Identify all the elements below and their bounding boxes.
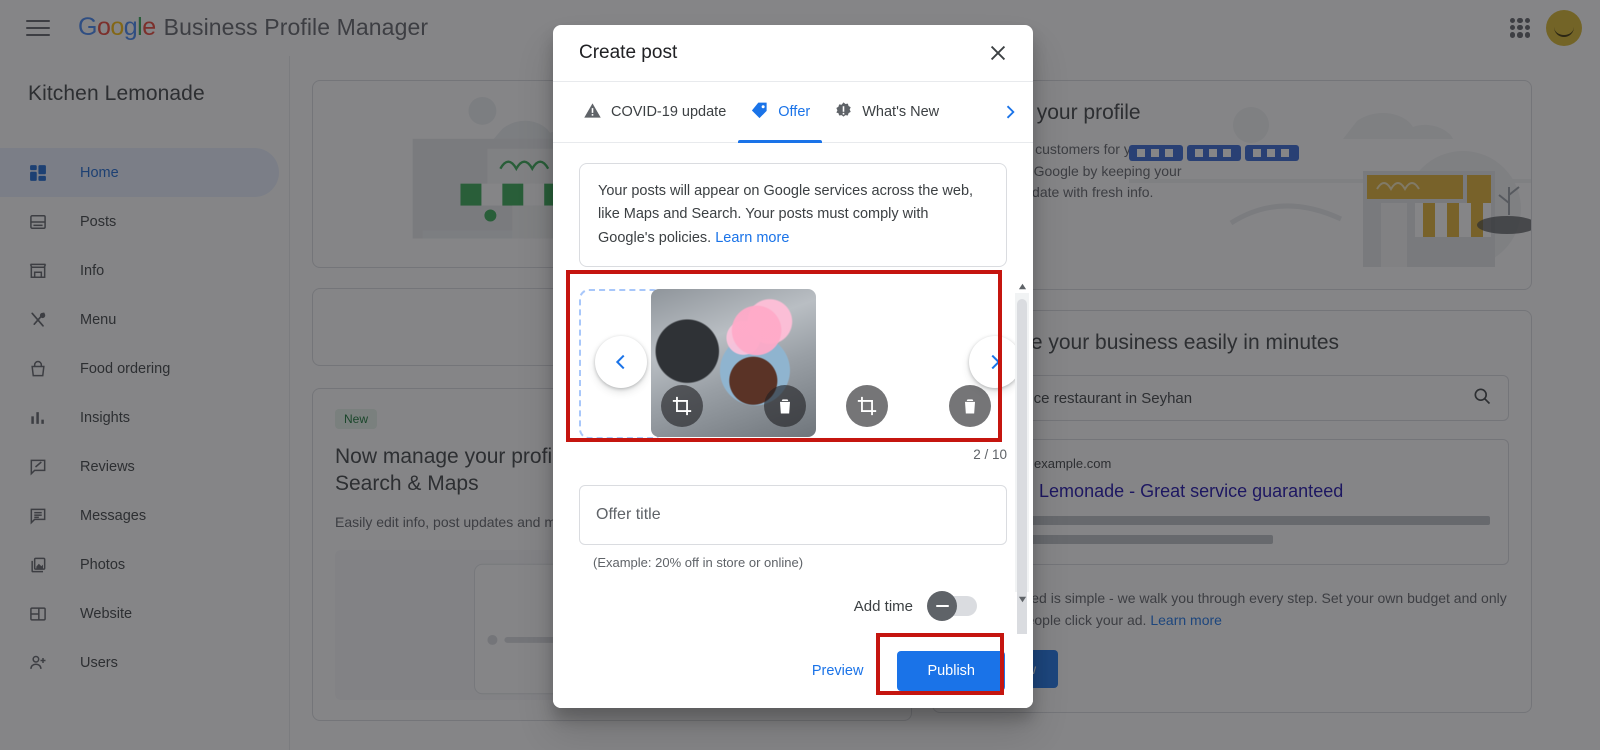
tab-label: Offer [778, 104, 811, 120]
tab-offer[interactable]: Offer [738, 82, 823, 143]
scroll-up-icon[interactable] [1015, 279, 1029, 293]
offer-title-field: (Example: 20% off in store or online) [579, 485, 1007, 570]
add-time-toggle[interactable] [927, 591, 977, 622]
chevron-right-icon[interactable] [987, 82, 1033, 142]
media-counter: 2 / 10 [973, 447, 1007, 463]
tab-covid-19-update[interactable]: COVID-19 update [571, 82, 738, 142]
publish-button[interactable]: Publish [897, 651, 1005, 691]
offer-title-hint: (Example: 20% off in store or online) [593, 555, 804, 571]
warning-triangle-icon [583, 101, 602, 124]
dialog-header: Create post [553, 25, 1033, 81]
learn-more-link[interactable]: Learn more [715, 230, 789, 246]
dialog-body: Your posts will appear on Google service… [553, 143, 1033, 634]
tab-whats-new[interactable]: What's New [822, 82, 951, 142]
post-type-tabs: COVID-19 update Offer What's New [553, 81, 1033, 143]
close-icon[interactable] [981, 36, 1015, 70]
tab-label: COVID-19 update [611, 104, 727, 120]
add-time-row: Add time [579, 591, 1007, 622]
badge-alert-icon [834, 101, 853, 124]
carousel-next-button[interactable] [969, 336, 1021, 389]
tab-label: What's New [862, 104, 940, 120]
media-thumbnails [651, 289, 1001, 438]
tag-icon [750, 101, 769, 124]
preview-button[interactable]: Preview [800, 653, 876, 689]
policy-notice: Your posts will appear on Google service… [579, 163, 1007, 268]
create-post-dialog: Create post COVID-19 update Offer What's… [553, 25, 1033, 708]
add-time-label: Add time [853, 597, 913, 615]
offer-title-input[interactable] [579, 485, 1007, 546]
media-carousel: 2 / 10 [579, 289, 1021, 462]
dialog-footer: Preview Publish [553, 634, 1033, 708]
media-thumbnail[interactable] [651, 289, 816, 438]
dialog-title: Create post [579, 42, 678, 63]
toggle-knob [927, 591, 957, 622]
scroll-down-icon[interactable] [1015, 592, 1029, 606]
dialog-scrollbar[interactable] [1015, 283, 1029, 634]
scrollbar-thumb[interactable] [1017, 299, 1027, 634]
